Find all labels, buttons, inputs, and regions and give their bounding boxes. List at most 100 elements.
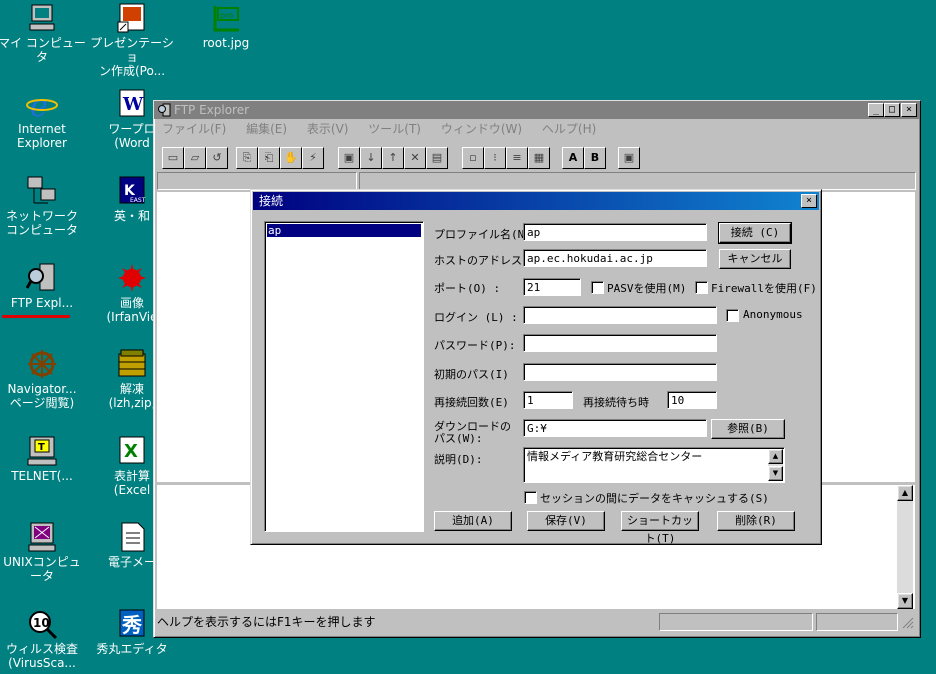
- virus-scan-icon: 10: [26, 608, 58, 640]
- tb-ascii-icon[interactable]: A: [562, 147, 584, 169]
- tb-binary-icon[interactable]: B: [584, 147, 606, 169]
- desc-scroll-up-icon[interactable]: ▲: [768, 449, 783, 464]
- ftp-explorer-icon: [25, 262, 58, 294]
- archive-icon: [116, 348, 148, 380]
- tb-copy-icon[interactable]: ⎘: [236, 147, 258, 169]
- menu-tools[interactable]: ツール(T): [360, 119, 429, 139]
- log-scrollbar[interactable]: ▲ ▼: [897, 485, 913, 609]
- desktop-icon-ftp-explorer[interactable]: FTP Expl...: [0, 262, 86, 310]
- desktop-icon-my-computer[interactable]: マイ コンピュータ: [0, 2, 86, 64]
- connect-button[interactable]: 接続 (C): [718, 222, 792, 244]
- firewall-label: Firewallを使用(F): [711, 282, 817, 295]
- menu-view[interactable]: 表示(V): [299, 119, 357, 139]
- tb-open-folder-icon[interactable]: ▱: [184, 147, 206, 169]
- tb-properties-icon[interactable]: ▤: [426, 147, 448, 169]
- cache-checkbox[interactable]: [524, 491, 537, 504]
- profile-name-label: プロファイル名(N):: [434, 228, 538, 241]
- dialog-titlebar[interactable]: 接続 ×: [253, 192, 819, 210]
- svg-text:EAST: EAST: [130, 197, 146, 204]
- login-label: ログイン (L) :: [434, 311, 518, 324]
- cache-label: セッションの間にデータをキャッシュする(S): [540, 492, 769, 505]
- red-underline-mark: [2, 315, 70, 318]
- tb-refresh-icon[interactable]: ↺: [206, 147, 228, 169]
- profile-list[interactable]: ap: [264, 221, 424, 532]
- status-text: ヘルプを表示するにはF1キーを押します: [157, 615, 376, 629]
- tb-details-icon[interactable]: ▦: [528, 147, 550, 169]
- port-input[interactable]: 21: [523, 278, 581, 296]
- address-right-pane[interactable]: [359, 172, 916, 190]
- dialog-close-button[interactable]: ×: [801, 194, 817, 208]
- tb-delete-icon[interactable]: ✕: [404, 147, 426, 169]
- menu-edit[interactable]: 編集(E): [238, 119, 295, 139]
- tb-download-icon[interactable]: ↓: [360, 147, 382, 169]
- telnet-icon: T: [26, 435, 58, 467]
- dialog-title: 接続: [259, 194, 284, 208]
- add-button[interactable]: 追加(A): [434, 511, 512, 531]
- status-panel-2: [816, 613, 898, 631]
- ftp-menubar: ファイル(F) 編集(E) 表示(V) ツール(T) ウィンドウ(W) ヘルプ(…: [154, 119, 920, 139]
- desc-scroll-down-icon[interactable]: ▼: [768, 466, 783, 481]
- network-icon: [26, 175, 58, 207]
- hidemaru-icon: 秀: [116, 608, 148, 640]
- initial-path-input[interactable]: [523, 363, 717, 381]
- svg-text:T: T: [38, 442, 45, 453]
- tb-small-icons-icon[interactable]: ⁝: [484, 147, 506, 169]
- mail-icon: [116, 521, 148, 553]
- tb-list-icon[interactable]: ≡: [506, 147, 528, 169]
- login-input[interactable]: [523, 306, 717, 324]
- address-left-pane[interactable]: [157, 172, 357, 190]
- pasv-checkbox[interactable]: [591, 281, 604, 294]
- ftp-window-title: FTP Explorer: [174, 103, 250, 117]
- description-scrollbar[interactable]: ▲ ▼: [768, 449, 783, 481]
- tb-stop-icon[interactable]: ✋: [280, 147, 302, 169]
- scroll-down-arrow-icon[interactable]: ▼: [897, 593, 913, 609]
- resize-grip-icon[interactable]: [902, 617, 914, 629]
- ftp-app-icon: [157, 103, 171, 122]
- retry-count-input[interactable]: 1: [523, 391, 573, 409]
- host-input[interactable]: ap.ec.hokudai.ac.jp: [523, 249, 707, 267]
- password-input[interactable]: [523, 334, 717, 352]
- tb-paste-icon[interactable]: ⎗: [258, 147, 280, 169]
- maximize-button[interactable]: □: [884, 103, 900, 117]
- save-button[interactable]: 保存(V): [527, 511, 605, 531]
- description-textarea[interactable]: 情報メディア教育研究総合センター: [523, 447, 785, 483]
- delete-button[interactable]: 削除(R): [717, 511, 795, 531]
- anonymous-checkbox[interactable]: [726, 309, 739, 322]
- desktop-icon-navigator[interactable]: Navigator... ページ閲覧): [0, 348, 86, 410]
- retry-wait-input[interactable]: 10: [667, 391, 717, 409]
- ftp-window-titlebar[interactable]: FTP Explorer _ □ ×: [154, 101, 920, 119]
- retry-count-label: 再接続回数(E): [434, 396, 509, 409]
- close-button[interactable]: ×: [901, 103, 917, 117]
- browse-button[interactable]: 参照(B): [711, 419, 785, 439]
- profile-item[interactable]: ap: [267, 224, 421, 237]
- tb-large-icons-icon[interactable]: ▫: [462, 147, 484, 169]
- desktop-icon-virus-scan[interactable]: 10 ウィルス検査 (VirusSca...: [0, 608, 86, 670]
- tb-connect-icon[interactable]: ▭: [162, 147, 184, 169]
- excel-icon: X: [116, 435, 148, 467]
- profile-name-input[interactable]: ap: [523, 223, 707, 241]
- svg-text:X: X: [124, 441, 138, 462]
- status-panel-1: [659, 613, 813, 631]
- tb-log-icon[interactable]: ▣: [618, 147, 640, 169]
- menu-file[interactable]: ファイル(F): [154, 119, 234, 139]
- initial-path-label: 初期のパス(I): [434, 368, 509, 381]
- menu-help[interactable]: ヘルプ(H): [534, 119, 604, 139]
- desktop-icon-network[interactable]: ネットワーク コンピュータ: [0, 175, 86, 237]
- tb-lightning-icon[interactable]: ⚡: [302, 147, 324, 169]
- desktop-icon-internet-explorer[interactable]: e Internet Explorer: [0, 88, 86, 150]
- firewall-checkbox[interactable]: [695, 281, 708, 294]
- cancel-button[interactable]: キャンセル: [719, 249, 791, 269]
- desktop-icon-unix[interactable]: UNIXコンピュータ: [0, 521, 86, 583]
- desktop-icon-root-jpg[interactable]: pro root.jpg: [182, 2, 270, 50]
- scroll-up-arrow-icon[interactable]: ▲: [897, 485, 913, 501]
- navigator-icon: [26, 348, 58, 380]
- tb-upload-icon[interactable]: ↑: [382, 147, 404, 169]
- connect-dialog: 接続 × ap プロファイル名(N): ホストのアドレス(H): ポート(O) …: [250, 189, 822, 545]
- download-path-input[interactable]: G:¥: [523, 419, 707, 437]
- tb-save-icon[interactable]: ▣: [338, 147, 360, 169]
- minimize-button[interactable]: _: [868, 103, 884, 117]
- desktop-icon-powerpoint[interactable]: プレゼンテーショ ン作成(Po...: [88, 2, 176, 78]
- desktop-icon-telnet[interactable]: T TELNET(...: [0, 435, 86, 483]
- menu-window[interactable]: ウィンドウ(W): [433, 119, 530, 139]
- shortcut-button[interactable]: ショートカット(T): [621, 511, 699, 545]
